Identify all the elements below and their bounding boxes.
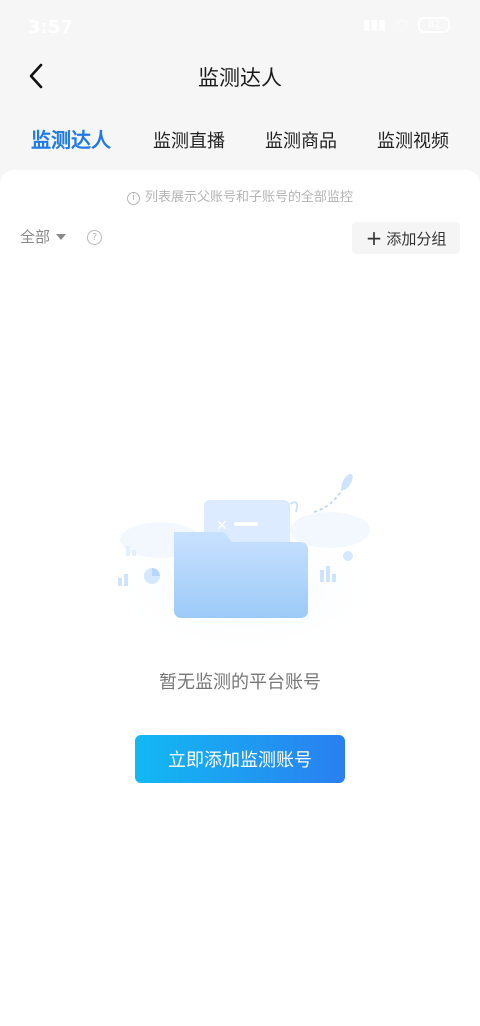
- empty-folder-icon: ✕: [105, 473, 385, 650]
- filter-dropdown[interactable]: 全部: [20, 226, 67, 247]
- add-group-button[interactable]: + 添加分组: [352, 222, 460, 254]
- add-group-label: 添加分组: [386, 229, 447, 248]
- status-bar: 3:57 ▮▮▮ ◠ 82: [0, 0, 480, 56]
- tab-monitor-products[interactable]: 监测商品: [265, 127, 337, 153]
- tab-monitor-live[interactable]: 监测直播: [153, 127, 225, 153]
- add-monitor-account-button[interactable]: 立即添加监测账号: [135, 735, 345, 783]
- tab-bar: 监测达人 监测直播 监测商品 监测视频: [0, 118, 480, 162]
- list-hint: i 列表展示父账号和子账号的全部监控: [0, 186, 480, 205]
- status-icons: ▮▮▮ ◠ 82: [363, 17, 450, 33]
- info-icon: i: [126, 192, 140, 205]
- page-title: 监测达人: [198, 66, 282, 90]
- question-circle-icon[interactable]: ?: [87, 230, 102, 245]
- svg-text:✕: ✕: [216, 518, 228, 534]
- caret-down-icon: [56, 233, 67, 240]
- wifi-icon: ◠: [395, 17, 408, 33]
- signal-icon: ▮▮▮: [362, 17, 386, 33]
- battery-icon: 82: [418, 17, 450, 33]
- empty-state-text: 暂无监测的平台账号: [159, 672, 321, 693]
- nav-bar: 监测达人: [0, 50, 480, 102]
- filter-label: 全部: [20, 228, 51, 246]
- plus-icon: +: [365, 226, 383, 250]
- hint-text: 列表展示父账号和子账号的全部监控: [144, 190, 353, 205]
- tab-monitor-videos[interactable]: 监测视频: [377, 127, 449, 153]
- status-time: 3:57: [28, 17, 73, 38]
- tab-monitor-creators[interactable]: 监测达人: [31, 124, 111, 153]
